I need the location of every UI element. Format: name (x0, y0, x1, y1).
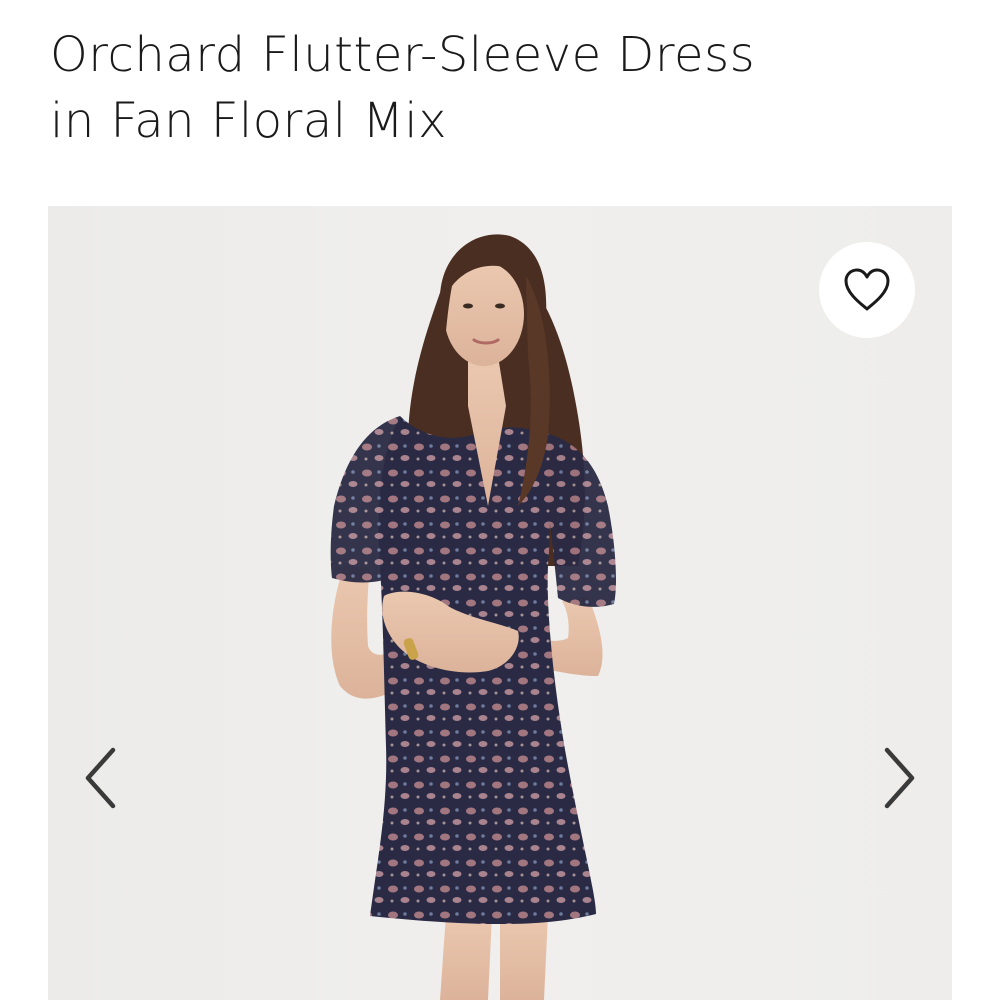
heart-outline-icon (844, 268, 890, 311)
product-title-line-1: Orchard Flutter-Sleeve Dress (50, 27, 756, 83)
next-image-button[interactable] (872, 742, 928, 814)
chevron-right-icon (884, 747, 915, 809)
product-title: Orchard Flutter-Sleeve Dress in Fan Flor… (50, 22, 950, 154)
product-image-gallery[interactable] (48, 206, 952, 1000)
favorite-button[interactable] (819, 242, 915, 338)
product-title-line-2: in Fan Floral Mix (50, 93, 448, 149)
product-photo (330, 234, 616, 1000)
product-page: Orchard Flutter-Sleeve Dress in Fan Flor… (0, 0, 1000, 1000)
previous-image-button[interactable] (72, 742, 128, 814)
chevron-left-icon (85, 747, 116, 809)
